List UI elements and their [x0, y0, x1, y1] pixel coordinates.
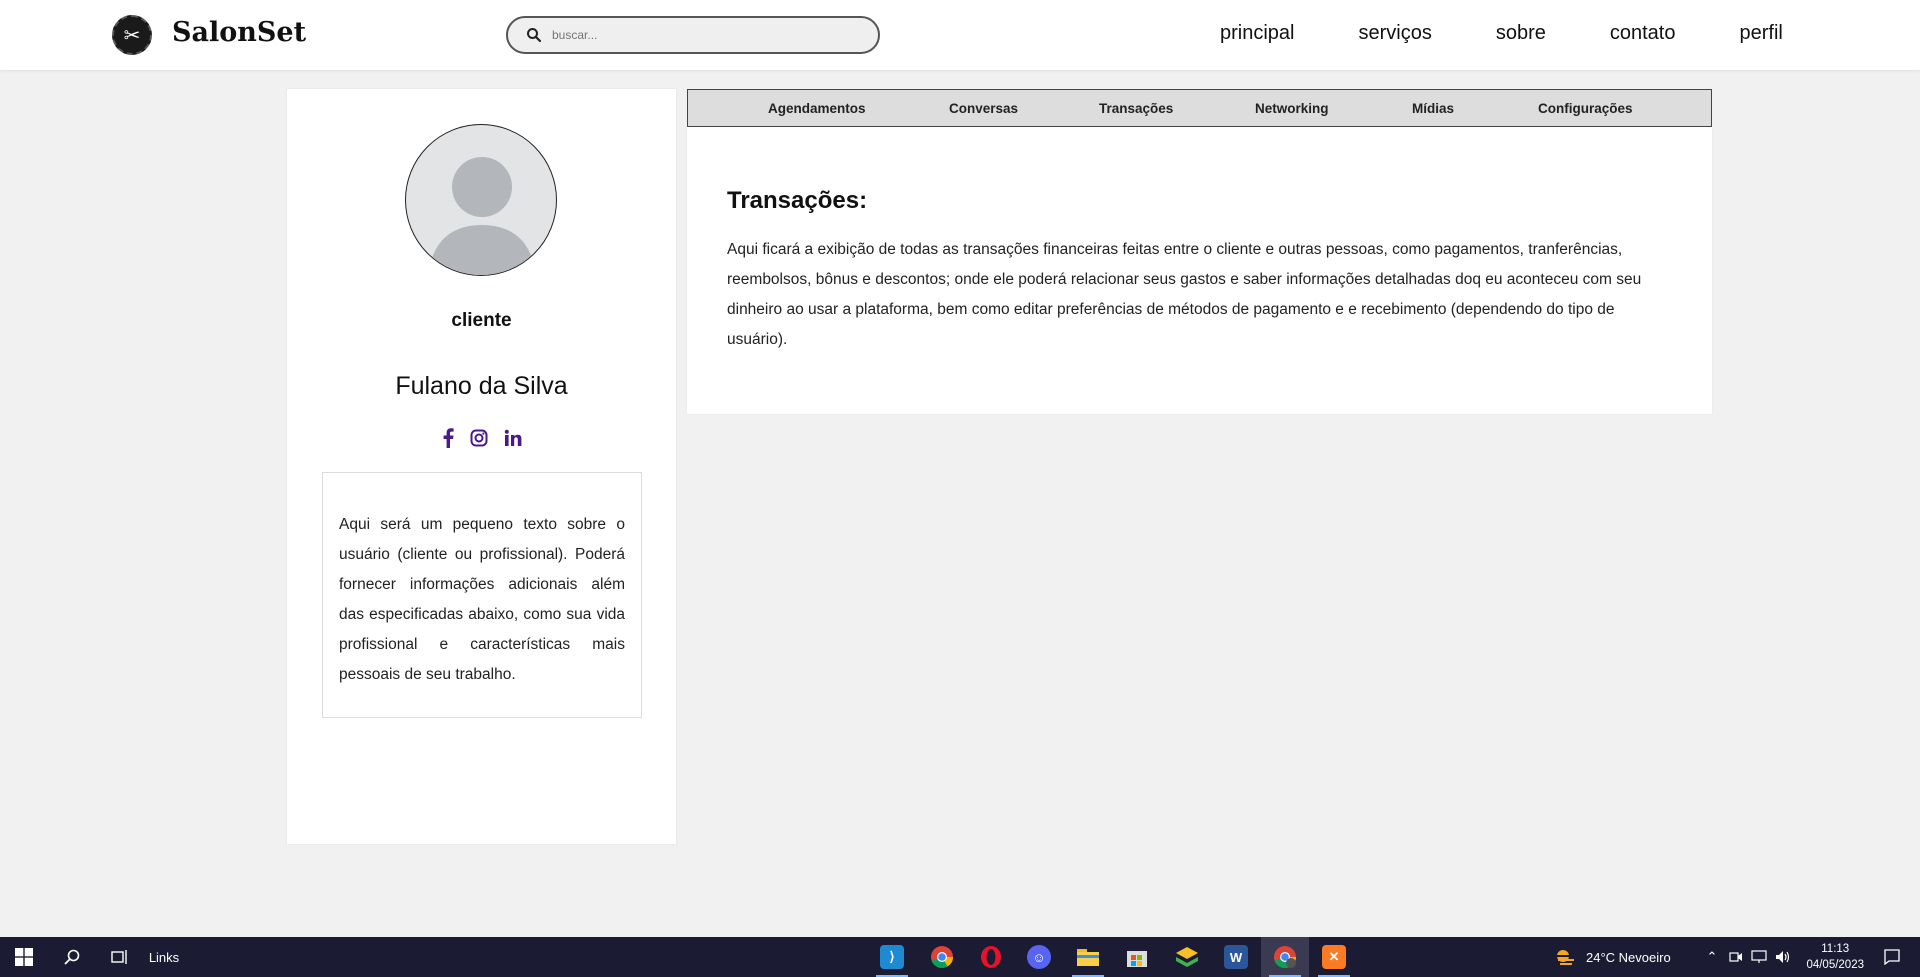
tab-networking[interactable]: Networking — [1255, 101, 1412, 116]
xampp-icon[interactable]: ✕ — [1310, 937, 1358, 977]
links-toolbar[interactable]: Links — [146, 937, 182, 977]
nav-link-perfil[interactable]: perfil — [1739, 22, 1782, 45]
nav-link-principal[interactable]: principal — [1220, 22, 1294, 45]
task-view-icon[interactable] — [104, 937, 136, 977]
volume-icon[interactable] — [1772, 937, 1794, 977]
instagram-icon[interactable] — [470, 426, 488, 450]
windows-taskbar: Links ⟩ ☺ W ✕ 24°C Nevoeiro ⌃ 11:13 04/0… — [0, 937, 1920, 977]
weather-text[interactable]: 24°C Nevoeiro — [1586, 937, 1686, 977]
search-input[interactable] — [552, 28, 852, 42]
network-icon[interactable] — [1748, 937, 1770, 977]
tab-midias[interactable]: Mídias — [1412, 101, 1538, 116]
tab-agendamentos[interactable]: Agendamentos — [768, 101, 949, 116]
top-header: ✂ SalonSet principal serviços sobre cont… — [0, 0, 1920, 70]
social-links — [287, 426, 676, 450]
clock-date: 04/05/2023 — [1806, 959, 1864, 971]
windows-start-icon[interactable] — [8, 937, 40, 977]
tab-content-panel: Transações: Aqui ficará a exibição de to… — [687, 127, 1712, 414]
system-clock[interactable]: 11:13 04/05/2023 — [1806, 941, 1864, 973]
nav-link-contato[interactable]: contato — [1610, 22, 1676, 45]
avatar-placeholder-icon — [428, 157, 536, 275]
discord-icon[interactable]: ☺ — [1015, 937, 1063, 977]
search-icon — [527, 28, 542, 43]
tab-conversas[interactable]: Conversas — [949, 101, 1099, 116]
nav-link-servicos[interactable]: serviços — [1358, 22, 1431, 45]
word-icon[interactable]: W — [1212, 937, 1260, 977]
user-name: Fulano da Silva — [395, 372, 568, 400]
chevron-up-icon[interactable]: ⌃ — [1702, 937, 1722, 977]
avatar — [405, 124, 557, 276]
chrome-icon[interactable] — [918, 937, 966, 977]
facebook-icon[interactable] — [442, 426, 454, 450]
section-title: Transações: — [727, 187, 868, 214]
weather-icon[interactable] — [1552, 937, 1578, 977]
profile-tabs: Agendamentos Conversas Transações Networ… — [687, 89, 1712, 127]
brand-name[interactable]: SalonSet — [172, 17, 306, 48]
opera-icon[interactable] — [967, 937, 1015, 977]
bluestacks-icon[interactable] — [1163, 937, 1211, 977]
meet-now-icon[interactable] — [1726, 937, 1746, 977]
salon-logo-icon[interactable]: ✂ — [112, 15, 152, 55]
nav-link-sobre[interactable]: sobre — [1496, 22, 1546, 45]
user-role: cliente — [451, 310, 512, 331]
section-description: Aqui ficará a exibição de todas as trans… — [727, 241, 1642, 348]
tab-configuracoes[interactable]: Configurações — [1538, 101, 1633, 116]
notification-icon[interactable] — [1876, 937, 1908, 977]
chrome-profile-icon[interactable] — [1261, 937, 1309, 977]
file-explorer-icon[interactable] — [1064, 937, 1112, 977]
main-nav: principal serviços sobre contato perfil — [1220, 22, 1783, 45]
taskbar-search-icon[interactable] — [56, 937, 88, 977]
tab-transacoes[interactable]: Transações — [1099, 101, 1255, 116]
user-bio: Aqui será um pequeno texto sobre o usuár… — [322, 472, 642, 718]
search-bar[interactable] — [506, 16, 880, 54]
clock-time: 11:13 — [1821, 943, 1850, 955]
store-icon[interactable] — [1113, 937, 1161, 977]
linkedin-icon[interactable] — [504, 426, 522, 450]
profile-card: cliente Fulano da Silva Aqui será um peq… — [287, 89, 676, 844]
vscode-icon[interactable]: ⟩ — [868, 937, 916, 977]
